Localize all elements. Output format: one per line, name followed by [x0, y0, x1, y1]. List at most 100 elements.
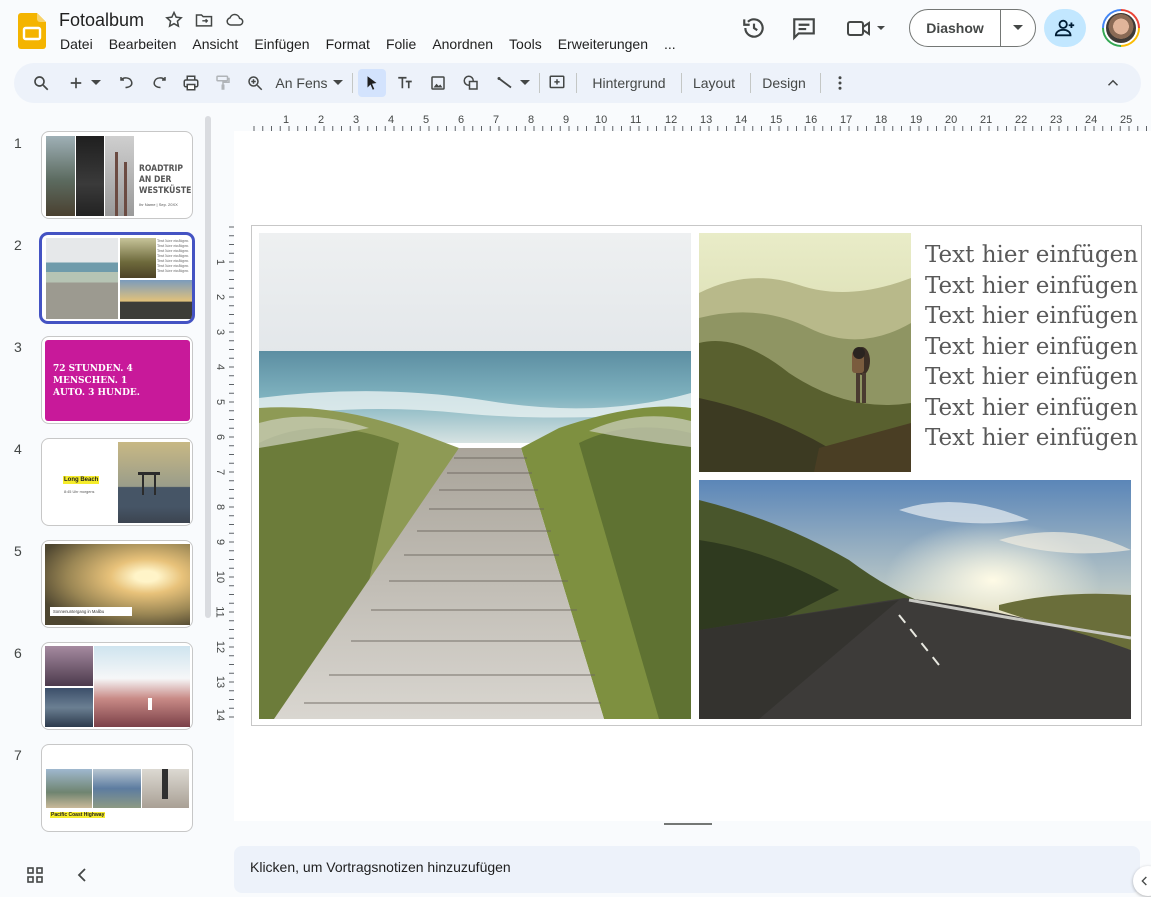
slide-number: 6: [14, 645, 22, 661]
background-button[interactable]: Hintergrund: [586, 71, 672, 95]
slide-thumbnail-3[interactable]: 72 STUNDEN. 4 MENSCHEN. 1 AUTO. 3 HUNDE.: [41, 336, 193, 424]
comments-icon[interactable]: [791, 15, 817, 41]
redo-button[interactable]: [148, 71, 170, 95]
chevron-left-icon: [1141, 876, 1147, 886]
zoom-select[interactable]: An Fens: [273, 71, 345, 95]
insert-image-button[interactable]: [427, 71, 449, 95]
line-icon: [497, 77, 512, 89]
slide-thumbnail-5[interactable]: Sonnenuntergang in Malibu: [41, 540, 193, 628]
menu-bar: Datei Bearbeiten Ansicht Einfügen Format…: [52, 35, 684, 53]
search-menus-button[interactable]: [30, 71, 52, 95]
layout-button[interactable]: Layout: [689, 71, 739, 95]
slide-thumbnail-6[interactable]: [41, 642, 193, 730]
text-line: Text hier einfügen: [925, 242, 1139, 268]
share-button[interactable]: [1044, 9, 1086, 47]
menu-bearbeiten[interactable]: Bearbeiten: [101, 35, 185, 53]
slide-number: 4: [14, 441, 22, 457]
document-title[interactable]: Fotoalbum: [59, 10, 144, 31]
zoom-button[interactable]: [244, 71, 266, 95]
text-box-tool[interactable]: [394, 71, 416, 95]
account-avatar[interactable]: [1102, 9, 1140, 47]
chevron-down-icon: [332, 80, 343, 85]
slideshow-button[interactable]: Diashow: [910, 10, 1001, 46]
slide-text-box[interactable]: Text hier einfügen Text hier einfügen Te…: [925, 240, 1138, 454]
slide-thumbnail-2[interactable]: Text hier einfügen Text hier einfügen Text…: [40, 233, 194, 323]
grid-view-icon[interactable]: [26, 866, 44, 884]
shape-tool[interactable]: [460, 71, 482, 95]
slide-number: 1: [14, 135, 22, 151]
menu-datei[interactable]: Datei: [52, 35, 101, 53]
add-comment-icon: [549, 75, 565, 89]
slides-app: Fotoalbum Datei Bearbeiten Ansicht Einfü…: [0, 0, 1151, 897]
filmstrip-scrollbar[interactable]: [205, 116, 211, 618]
menu-erweiterungen[interactable]: Erweiterungen: [550, 35, 656, 53]
cursor-icon: [367, 76, 377, 90]
select-tool[interactable]: [358, 69, 386, 97]
vertical-ruler: 1 2 3 4 5 6 7 8 9 10 11 12 13 14: [214, 225, 234, 725]
chevron-left-icon[interactable]: [74, 866, 92, 884]
chevron-down-icon: [520, 80, 530, 85]
slide-number: 2: [14, 237, 22, 253]
menu-folie[interactable]: Folie: [378, 35, 424, 53]
slide-thumbnail-1[interactable]: ROADTRIP AN DER WESTKÜSTE Ihr Name | Sep…: [41, 131, 193, 219]
photo-mountain-hiker[interactable]: [699, 233, 911, 472]
slide-number: 3: [14, 339, 22, 355]
photo-beach-boardwalk[interactable]: [259, 233, 691, 719]
star-icon[interactable]: [164, 10, 184, 30]
notes-resize-handle[interactable]: [664, 823, 712, 825]
undo-button[interactable]: [116, 71, 138, 95]
slide-3-title: 72 STUNDEN. 4 MENSCHEN. 1 AUTO. 3 HUNDE.: [53, 364, 140, 398]
menu-more[interactable]: ...: [656, 35, 684, 53]
menu-anordnen[interactable]: Anordnen: [424, 35, 501, 53]
more-options-button[interactable]: [829, 71, 851, 95]
chevron-up-icon: [1107, 79, 1119, 86]
speaker-notes-placeholder: Klicken, um Vortragsnotizen hinzuzufügen: [250, 859, 511, 875]
slide-number: 5: [14, 543, 22, 559]
slides-logo-icon[interactable]: [18, 13, 46, 49]
speaker-notes[interactable]: Klicken, um Vortragsnotizen hinzuzufügen: [234, 846, 1140, 893]
slide-5-caption: Sonnenuntergang in Malibu: [50, 607, 132, 616]
move-folder-icon[interactable]: [194, 10, 214, 30]
photo-coastal-road[interactable]: [699, 480, 1131, 719]
line-tool[interactable]: [493, 71, 533, 95]
zoom-label: An Fens: [275, 75, 328, 91]
menu-format[interactable]: Format: [318, 35, 378, 53]
text-line: Text hier einfügen: [925, 425, 1139, 451]
menu-ansicht[interactable]: Ansicht: [184, 35, 246, 53]
slide-2-text: Text hier einfügen Text hier einfügen Text…: [157, 239, 189, 273]
toolbar: An Fens Hintergrund Layout Design: [14, 63, 1141, 103]
redo-icon: [153, 77, 166, 89]
add-person-icon: [1054, 19, 1075, 37]
slide-number: 7: [14, 747, 22, 763]
text-line: Text hier einfügen: [925, 394, 1139, 421]
zoom-icon: [248, 76, 263, 91]
slide-1-subtitle: Ihr Name | Sep. 20XX: [139, 202, 178, 207]
slideshow-dropdown[interactable]: [1001, 10, 1035, 46]
slideshow-button-group: Diashow: [909, 9, 1036, 47]
new-slide-button[interactable]: [64, 71, 104, 95]
filmstrip: 1 ROADTRIP AN DER WESTKÜSTE Ihr Name | S…: [0, 110, 215, 840]
cloud-status-icon[interactable]: [224, 10, 244, 30]
add-comment-button[interactable]: [546, 71, 568, 95]
hide-menus-button[interactable]: [1102, 71, 1124, 95]
text-line: Text hier einfügen: [925, 364, 1139, 390]
paint-format-button[interactable]: [212, 71, 234, 95]
menu-einfuegen[interactable]: Einfügen: [246, 35, 317, 53]
meet-icon[interactable]: [845, 15, 889, 41]
slide-1-title: ROADTRIP AN DER WESTKÜSTE: [139, 164, 192, 196]
slide-thumbnail-7[interactable]: Pacific Coast Highway: [41, 744, 193, 832]
shape-icon: [463, 75, 478, 90]
print-button[interactable]: [180, 71, 202, 95]
design-button[interactable]: Design: [758, 71, 810, 95]
slide-thumbnail-4[interactable]: Long Beach 8:45 Uhr morgens: [41, 438, 193, 526]
slide-7-caption: Pacific Coast Highway: [50, 812, 106, 818]
slide-4-subtitle: 8:45 Uhr morgens: [64, 490, 95, 494]
image-icon: [431, 76, 445, 90]
menu-tools[interactable]: Tools: [501, 35, 550, 53]
text-line: Text hier einfügen: [925, 272, 1139, 299]
horizontal-ruler: 1 2 3 4 5 6 7 8 9 10 11 12 13 14 15 16 1…: [234, 112, 1151, 132]
chevron-down-icon: [91, 80, 101, 85]
print-icon: [183, 75, 199, 91]
text-box-icon: [398, 76, 412, 89]
version-history-icon[interactable]: [741, 15, 767, 41]
